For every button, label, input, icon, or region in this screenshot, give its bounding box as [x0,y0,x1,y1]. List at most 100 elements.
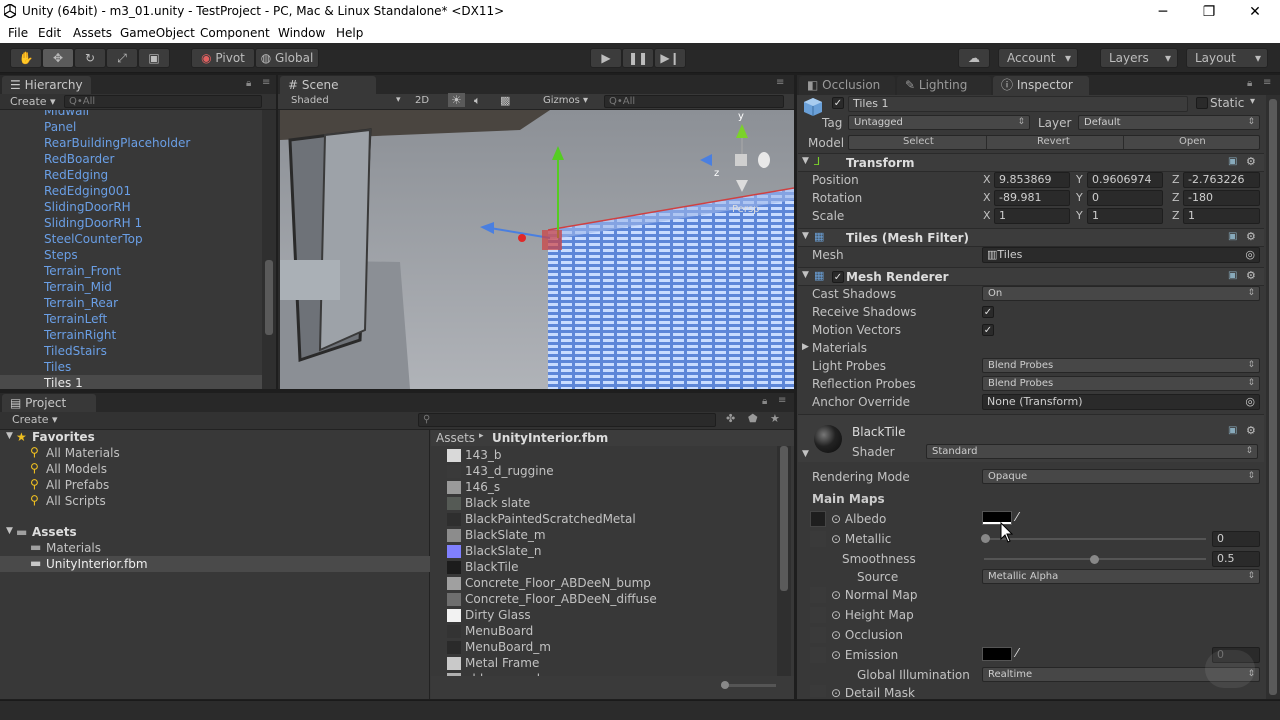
gear-icon[interactable]: ⚙ [1246,230,1256,243]
eyedropper-icon[interactable]: ⁄ [1016,646,1018,660]
list-item[interactable]: RedEdging001 [44,184,131,198]
scene-search-input[interactable]: Q•All [604,95,784,108]
menu-window[interactable]: Window [278,26,325,40]
pause-button[interactable]: ❚❚ [622,48,654,68]
collapse-arrow-icon[interactable]: ▼ [802,270,809,280]
model-open-button[interactable]: Open [1179,136,1206,147]
menu-file[interactable]: File [8,26,28,40]
list-item[interactable]: Midwall [44,110,89,118]
list-item[interactable]: MenuBoard [445,624,775,640]
list-item[interactable]: 143_b [445,448,775,464]
emission-texture-slot[interactable] [810,647,826,663]
gear-icon[interactable]: ⚙ [1246,269,1256,282]
favorite-item[interactable]: All Prefabs [46,478,109,492]
list-item[interactable]: Metal Frame [445,656,775,672]
mesh-renderer-header[interactable]: ▼ ▦ ✓ Mesh Renderer ▣ ⚙ [798,267,1264,286]
breadcrumb-current[interactable]: UnityInterior.fbm [492,431,608,445]
list-item[interactable]: RearBuildingPlaceholder [44,136,190,150]
tab-lighting[interactable]: ✎ Lighting [897,76,991,95]
panel-menu-icon[interactable]: ≡ [776,77,784,88]
dropdown-arrow-icon[interactable]: ▾ [1250,96,1255,107]
list-item[interactable]: Concrete_Floor_ABDeeN_diffuse [445,592,775,608]
tag-dropdown[interactable]: Untagged [848,115,1030,130]
cloud-button[interactable]: ☁ [958,48,990,68]
lock-icon[interactable]: 🔒︎ [246,78,251,89]
position-x-input[interactable]: 9.853869 [994,172,1070,188]
scale-x-input[interactable]: 1 [994,208,1070,224]
list-item[interactable]: BlackSlate_n [445,544,775,560]
step-button[interactable]: ▶❙ [654,48,686,68]
expand-arrow-icon[interactable]: ▼ [6,526,13,536]
source-dropdown[interactable]: Metallic Alpha [982,569,1260,584]
project-search-input[interactable]: ⚲ [418,413,716,427]
metallic-slider-knob[interactable] [981,534,990,543]
list-item[interactable]: Steps [44,248,78,262]
gear-icon[interactable]: ⚙ [1246,424,1256,437]
file-list-scrollbar[interactable] [777,446,791,676]
object-picker-icon[interactable]: ◎ [1245,248,1255,262]
albedo-texture-slot[interactable] [810,511,826,527]
lock-icon[interactable]: 🔒︎ [762,396,767,407]
collapse-arrow-icon[interactable]: ▼ [802,449,809,459]
menu-component[interactable]: Component [200,26,270,40]
list-item[interactable]: Concrete_Floor_ABDeeN_bump [445,576,775,592]
list-item[interactable]: Black slate [445,496,775,512]
gear-icon[interactable]: ⚙ [1246,155,1256,168]
eyedropper-icon[interactable]: ⁄ [1016,510,1018,524]
panel-menu-icon[interactable]: ≡ [1263,77,1271,88]
expand-arrow-icon[interactable]: ▶ [802,342,809,352]
menu-help[interactable]: Help [336,26,363,40]
cast-shadows-dropdown[interactable]: On [982,286,1260,301]
list-item[interactable]: 143_d_ruggine [445,464,775,480]
hand-tool-button[interactable]: ✋ [10,48,42,68]
list-item[interactable]: Terrain_Mid [44,280,112,294]
list-item[interactable]: TiledStairs [44,344,107,358]
list-item[interactable]: TerrainRight [44,328,116,342]
favorite-star-icon[interactable]: ★ [770,412,780,425]
object-name-input[interactable]: Tiles 1 [848,96,1188,112]
menu-gameobject[interactable]: GameObject [120,26,195,40]
favorite-item[interactable]: All Materials [46,446,120,460]
position-z-input[interactable]: -2.763226 [1183,172,1260,188]
menu-assets[interactable]: Assets [73,26,112,40]
list-item[interactable]: SlidingDoorRH 1 [44,216,142,230]
smoothness-slider-knob[interactable] [1090,555,1099,564]
create-dropdown[interactable]: Create ▾ [12,413,58,426]
static-checkbox[interactable] [1196,97,1208,109]
expand-arrow-icon[interactable]: ▼ [6,431,13,441]
mesh-filter-header[interactable]: ▼ ▦ Tiles (Mesh Filter) ▣ ⚙ [798,228,1264,247]
tab-scene[interactable]: # Scene [280,76,376,95]
scale-y-input[interactable]: 1 [1087,208,1163,224]
rotation-z-input[interactable]: -180 [1183,190,1260,206]
list-item[interactable]: Tiles [44,360,71,374]
metallic-value-input[interactable]: 0 [1212,531,1260,547]
rect-tool-button[interactable]: ▣ [138,48,170,68]
panel-menu-icon[interactable]: ≡ [262,77,270,88]
audio-toggle-icon[interactable]: 🔈︎ [474,94,481,108]
list-item[interactable]: Terrain_Front [44,264,121,278]
persp-label[interactable]: Persp [732,204,760,215]
tab-hierarchy[interactable]: ☰ Hierarchy [2,76,91,95]
pivot-toggle[interactable]: ◉ Pivot [191,48,255,68]
help-icon[interactable]: ▣ [1228,425,1237,436]
materials-label[interactable]: Materials [812,341,867,355]
smoothness-value-input[interactable]: 0.5 [1212,551,1260,567]
list-item[interactable]: BlackPaintedScratchedMetal [445,512,775,528]
scale-tool-button[interactable]: ⤢ [106,48,138,68]
scene-viewport[interactable]: z y Persp [280,110,794,389]
hierarchy-search-input[interactable]: Q•All [64,95,262,108]
play-button[interactable]: ▶ [590,48,622,68]
metallic-texture-slot[interactable] [810,531,826,547]
anchor-override-field[interactable]: None (Transform) ◎ [982,394,1260,410]
occlusion-texture-slot[interactable] [810,627,826,643]
list-item[interactable]: 146_s [445,480,775,496]
hierarchy-scrollbar[interactable] [262,110,276,389]
collapse-arrow-icon[interactable]: ▼ [802,156,809,166]
list-item[interactable]: BlackTile [445,560,775,576]
breadcrumb-root[interactable]: Assets [436,431,475,445]
layout-dropdown[interactable]: Layout ▾ [1186,48,1268,68]
scale-z-input[interactable]: 1 [1183,208,1260,224]
account-dropdown[interactable]: Account ▾ [998,48,1078,68]
list-item[interactable]: TerrainLeft [44,312,107,326]
inspector-scrollbar[interactable] [1266,95,1280,699]
